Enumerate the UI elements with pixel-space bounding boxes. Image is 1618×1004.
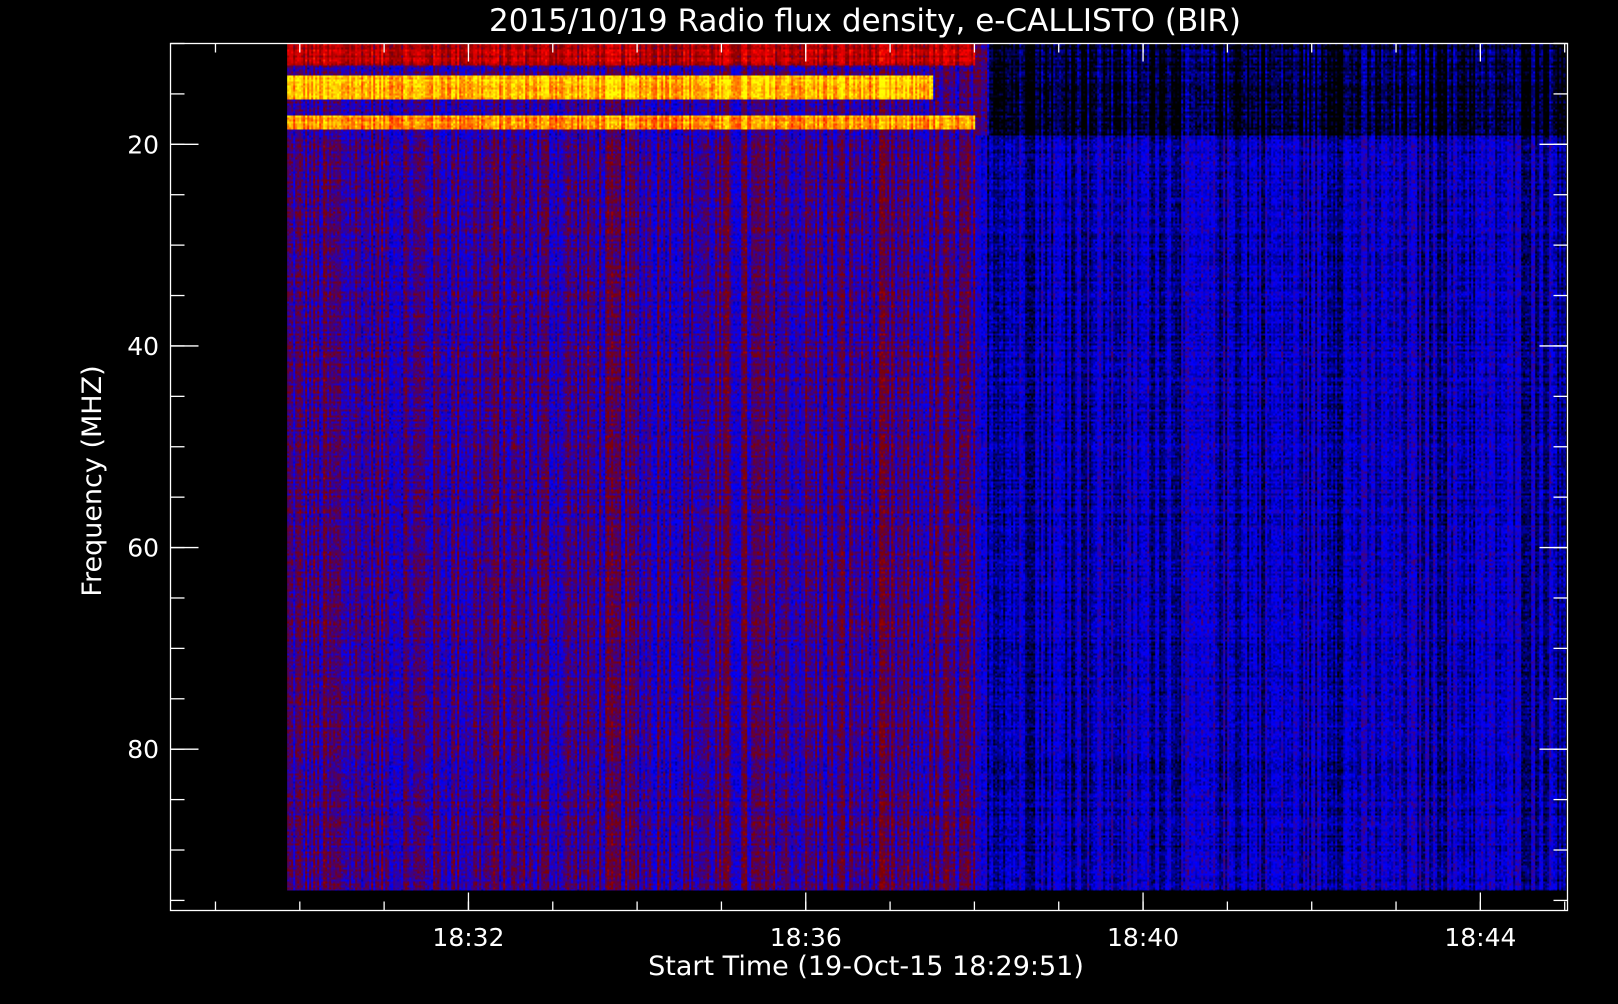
x-tick-label: 18:44 [1444, 923, 1516, 952]
x-axis-label: Start Time (19-Oct-15 18:29:51) [648, 951, 1084, 982]
y-tick-label: 60 [127, 534, 159, 563]
x-tick-label: 18:32 [432, 923, 504, 952]
chart-title: 2015/10/19 Radio flux density, e-CALLIST… [489, 3, 1241, 39]
y-axis-label: Frequency (MHZ) [77, 365, 108, 596]
y-tick-label: 20 [127, 130, 159, 159]
y-tick-label: 80 [127, 735, 159, 764]
y-tick-label: 40 [127, 332, 159, 361]
spectrogram-image [287, 43, 1567, 891]
x-tick-label: 18:36 [770, 923, 842, 952]
chart-svg: 2015/10/19 Radio flux density, e-CALLIST… [0, 0, 1618, 1000]
heatmap-layer [287, 43, 1567, 891]
spectrogram-chart: 2015/10/19 Radio flux density, e-CALLIST… [0, 0, 1618, 1000]
x-tick-label: 18:40 [1107, 923, 1179, 952]
